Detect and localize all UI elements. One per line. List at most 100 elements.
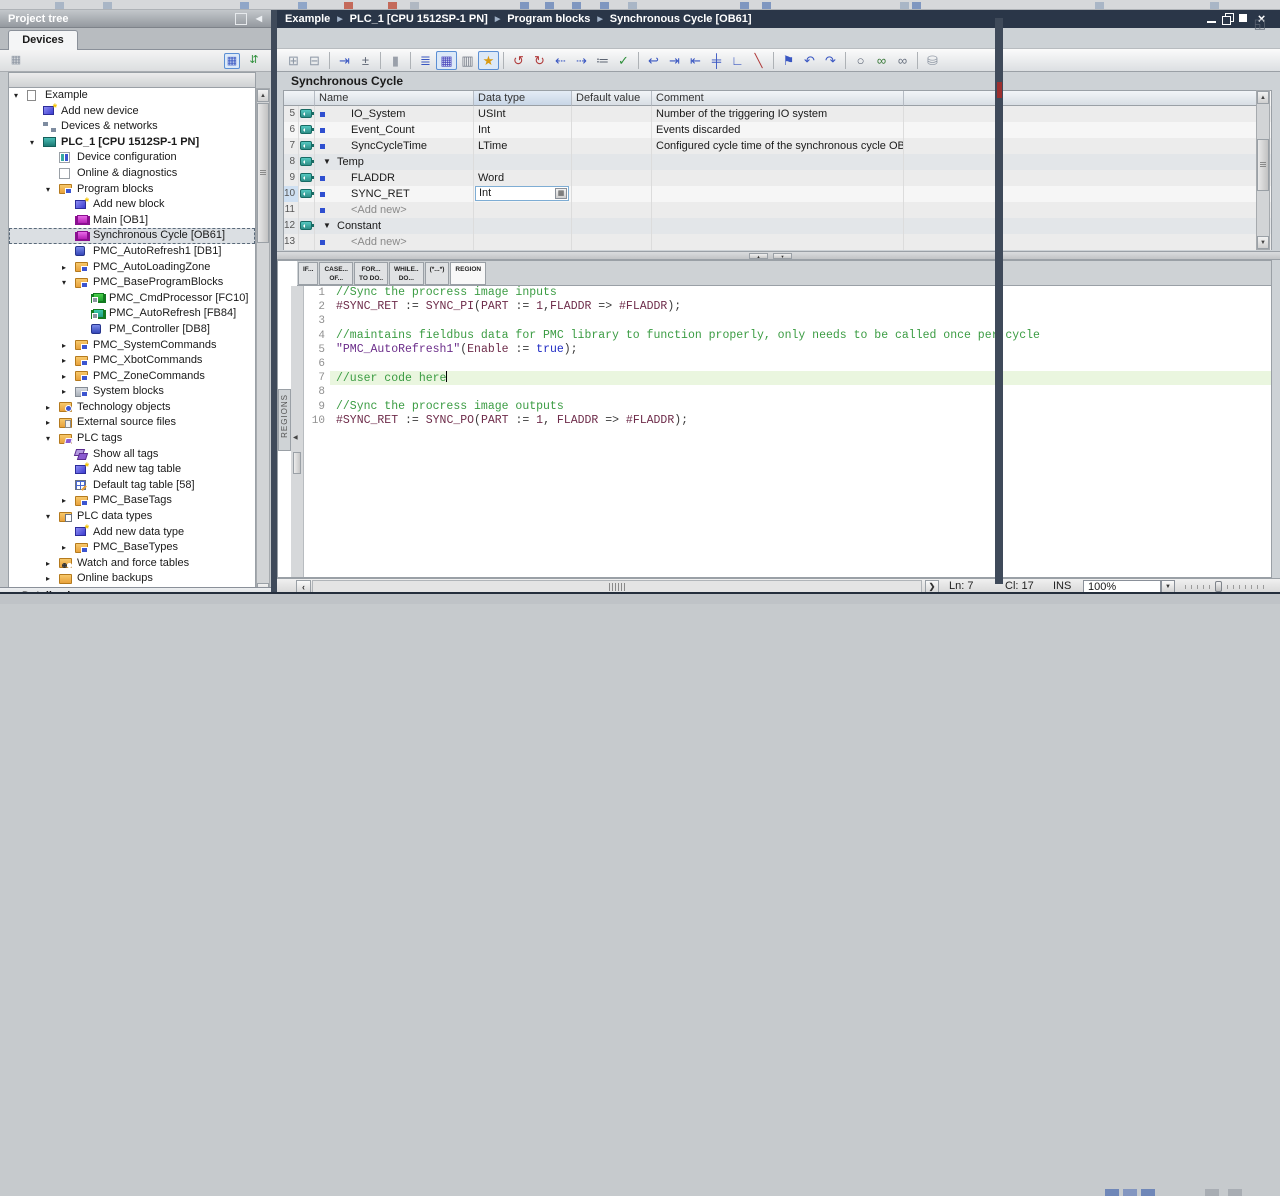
tree-item-show-all-tags[interactable]: Show all tags xyxy=(9,447,255,463)
cell-filler[interactable] xyxy=(904,218,1261,234)
cell-name[interactable]: SyncCycleTime xyxy=(315,138,474,154)
collapse-panel-icon[interactable]: ◀ xyxy=(253,13,265,25)
format-code-icon[interactable]: ╪ xyxy=(706,51,727,70)
table-scrollbar[interactable]: ▲ ▼ xyxy=(1256,90,1270,250)
cell-data-type[interactable]: USInt xyxy=(474,106,572,122)
undo-icon[interactable]: ↶ xyxy=(799,51,820,70)
tree-item-plc-1-cpu-1512sp-1-pn[interactable]: ▾PLC_1 [CPU 1512SP-1 PN] xyxy=(9,135,255,151)
snapshot-icon[interactable]: ⛁ xyxy=(922,51,943,70)
collapse-arrow-icon[interactable]: ▾ xyxy=(46,431,56,447)
tree-item-pmc-autorefresh-fb84[interactable]: PMC_AutoRefresh [FB84] xyxy=(9,306,255,322)
collapse-arrow-icon[interactable]: ▾ xyxy=(14,88,24,104)
row-number[interactable]: 13 xyxy=(284,234,299,250)
collapse-arrow-icon[interactable]: ▾ xyxy=(62,275,72,291)
cell-filler[interactable] xyxy=(904,234,1261,250)
expand-arrow-icon[interactable]: ▸ xyxy=(62,384,72,400)
row-icon-cell[interactable] xyxy=(299,122,315,138)
tree-item-pmc-baseprogramblocks[interactable]: ▾PMC_BaseProgramBlocks xyxy=(9,275,255,291)
redo-icon[interactable]: ↷ xyxy=(820,51,841,70)
keep-actual-values-icon[interactable]: ▮ xyxy=(385,51,406,70)
tree-item-synchronous-cycle-ob61[interactable]: Synchronous Cycle [OB61] xyxy=(9,228,255,244)
tree-item-watch-and-force-tables[interactable]: ▸Watch and force tables xyxy=(9,556,255,572)
row-icon-cell[interactable] xyxy=(299,234,315,250)
cell-default-value[interactable] xyxy=(572,186,652,202)
row-icon-cell[interactable] xyxy=(299,154,315,170)
row-icon-cell[interactable] xyxy=(299,186,315,202)
cell-filler[interactable] xyxy=(904,202,1261,218)
discard-undo-icon[interactable]: ↺ xyxy=(508,51,529,70)
row-number[interactable]: 12 xyxy=(284,218,299,234)
tree-item-main-ob1[interactable]: Main [OB1] xyxy=(9,213,255,229)
collapse-arrow-icon[interactable]: ▾ xyxy=(30,135,40,151)
column-header-default-value[interactable]: Default value xyxy=(572,91,652,106)
tree-item-example[interactable]: ▾Example xyxy=(9,88,255,104)
discard-redo-icon[interactable]: ↻ xyxy=(529,51,550,70)
cell-default-value[interactable] xyxy=(572,138,652,154)
minimize-button[interactable] xyxy=(1205,12,1218,25)
data-type-edit-field[interactable]: Int▦ xyxy=(475,186,569,201)
previous-error-icon[interactable]: ⇠ xyxy=(550,51,571,70)
cell-data-type[interactable] xyxy=(474,218,572,234)
table-row-temp[interactable]: 8 ▼Temp xyxy=(284,154,1271,170)
cell-filler[interactable] xyxy=(904,122,1261,138)
expand-arrow-icon[interactable]: ▸ xyxy=(46,571,56,587)
table-row-synccycletime[interactable]: 7SyncCycleTimeLTimeConfigured cycle time… xyxy=(284,138,1271,154)
row-number[interactable]: 8 xyxy=(284,154,299,170)
tree-scrollbar[interactable]: ▲ ▼ xyxy=(256,88,270,597)
favorites-icon[interactable]: ★ xyxy=(478,51,499,70)
section-collapse-icon[interactable]: ▼ xyxy=(323,218,331,234)
tree-item-devices-networks[interactable]: Devices & networks xyxy=(9,119,255,135)
section-collapse-icon[interactable]: ▼ xyxy=(323,154,331,170)
row-icon-cell[interactable] xyxy=(299,202,315,218)
absolute-relative-icon[interactable]: ≔ xyxy=(592,51,613,70)
row-icon-cell[interactable] xyxy=(299,170,315,186)
cell-data-type[interactable]: LTime xyxy=(474,138,572,154)
zoom-slider[interactable] xyxy=(1185,583,1265,591)
insert-empty-box-icon[interactable]: ⊟ xyxy=(304,51,325,70)
tree-item-add-new-tag-table[interactable]: Add new tag table xyxy=(9,462,255,478)
table-row-constant[interactable]: 12 ▼Constant xyxy=(284,218,1271,234)
regions-collapse-icon[interactable]: ◀ xyxy=(293,434,298,441)
cell-data-type[interactable] xyxy=(474,154,572,170)
maximize-button[interactable] xyxy=(1237,12,1250,25)
expand-arrow-icon[interactable]: ▸ xyxy=(46,400,56,416)
cell-default-value[interactable] xyxy=(572,234,652,250)
cell-name[interactable]: <Add new> xyxy=(315,234,474,250)
consistency-check-icon[interactable]: ✓ xyxy=(613,51,634,70)
cell-default-value[interactable] xyxy=(572,106,652,122)
expand-arrow-icon[interactable]: ▸ xyxy=(62,493,72,509)
outline-view-icon[interactable]: ≣ xyxy=(415,51,436,70)
row-number[interactable]: 6 xyxy=(284,122,299,138)
snippet-tab-[interactable]: (*...*) xyxy=(425,262,450,285)
tree-scroll-up-icon[interactable]: ▲ xyxy=(257,89,269,102)
snippet-tab-region[interactable]: REGION xyxy=(450,262,486,285)
cell-comment[interactable] xyxy=(652,218,904,234)
cell-name[interactable]: ▼Temp xyxy=(315,154,474,170)
pin-panel-icon[interactable] xyxy=(235,13,247,25)
cell-default-value[interactable] xyxy=(572,218,652,234)
cell-filler[interactable] xyxy=(904,138,1261,154)
table-row-fladdr[interactable]: 9FLADDRWord xyxy=(284,170,1271,186)
cell-filler[interactable] xyxy=(904,106,1261,122)
column-header-comment[interactable]: Comment xyxy=(652,91,904,106)
code-text-area[interactable]: //Sync the procress image inputs#SYNC_RE… xyxy=(330,286,1271,577)
cell-comment[interactable] xyxy=(652,186,904,202)
tree-item-default-tag-table-58[interactable]: Default tag table [58] xyxy=(9,478,255,494)
tree-item-technology-objects[interactable]: ▸Technology objects xyxy=(9,400,255,416)
tree-item-plc-tags[interactable]: ▾PLC tags xyxy=(9,431,255,447)
tree-item-plc-data-types[interactable]: ▾PLC data types xyxy=(9,509,255,525)
hscrollbar-grip[interactable] xyxy=(609,583,625,591)
cell-name[interactable]: ▼Constant xyxy=(315,218,474,234)
cell-comment[interactable]: Configured cycle time of the synchronous… xyxy=(652,138,904,154)
goto-previous-icon[interactable]: ↩ xyxy=(643,51,664,70)
outdent-icon[interactable]: ⇤ xyxy=(685,51,706,70)
cell-data-type[interactable]: Int▦ xyxy=(474,186,572,202)
cell-filler[interactable] xyxy=(904,154,1261,170)
tree-item-pmc-cmdprocessor-fc10[interactable]: PMC_CmdProcessor [FC10] xyxy=(9,291,255,307)
tab-devices[interactable]: Devices xyxy=(8,30,78,50)
cell-name[interactable]: SYNC_RET xyxy=(315,186,474,202)
tree-item-program-blocks[interactable]: ▾Program blocks xyxy=(9,182,255,198)
expand-arrow-icon[interactable]: ▸ xyxy=(46,415,56,431)
cell-comment[interactable]: Number of the triggering IO system xyxy=(652,106,904,122)
cell-name[interactable]: <Add new> xyxy=(315,202,474,218)
